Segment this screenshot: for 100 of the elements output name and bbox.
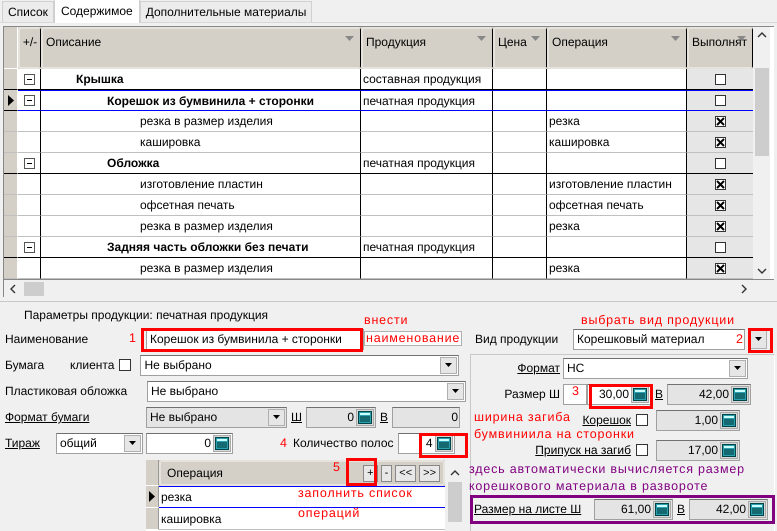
number-field[interactable]: 42,00: [689, 498, 768, 520]
table-cell: [493, 195, 547, 216]
annotation-text: 4: [280, 437, 288, 450]
dropdown-arrow-icon: [737, 36, 746, 41]
field-link[interactable]: Тираж: [5, 436, 40, 450]
caret-icon: [445, 363, 452, 367]
number-field[interactable]: 0: [392, 406, 460, 428]
dropdown-arrow-icon: [671, 36, 680, 41]
row-indicator[interactable]: [146, 486, 159, 508]
field-link[interactable]: В: [677, 502, 686, 516]
toolbar-button[interactable]: -: [380, 464, 392, 482]
column-header[interactable]: +/-: [18, 27, 41, 69]
dropdown-button[interactable]: [124, 434, 141, 452]
checkbox[interactable]: [714, 158, 726, 168]
field-link[interactable]: Припуск на загиб: [535, 443, 631, 457]
checkbox[interactable]: [714, 242, 726, 252]
table-cell: офсетная печать: [41, 195, 361, 216]
field-label: Размер Ш: [504, 387, 560, 401]
dropdown-button[interactable]: [447, 382, 464, 400]
tab[interactable]: Дополнительные материалы: [140, 1, 312, 22]
current-row-icon: [149, 491, 155, 502]
tab[interactable]: Список: [2, 1, 54, 22]
field-link[interactable]: Размер на листе Ш: [474, 502, 582, 516]
field-link[interactable]: Корешок: [582, 413, 631, 427]
checkbox[interactable]: [714, 116, 726, 126]
tab[interactable]: Содержимое: [54, 0, 140, 23]
scroll-thumb[interactable]: [448, 482, 462, 522]
collapse-toggle[interactable]: [24, 242, 34, 252]
checkbox[interactable]: [714, 262, 726, 274]
calculator-button[interactable]: [213, 434, 231, 452]
table-cell: кашировка: [41, 132, 361, 153]
number-field[interactable]: 17,00: [656, 440, 740, 460]
dropdown-button[interactable]: [440, 356, 458, 374]
checkbox[interactable]: [119, 359, 132, 371]
section-title: Параметры продукции: печатная продукция: [24, 308, 268, 322]
calculator-button[interactable]: [356, 408, 374, 426]
field-link[interactable]: В: [380, 410, 388, 424]
checkbox[interactable]: [714, 200, 726, 210]
table-cell: Корешок из бумвинила + сторонки: [41, 90, 361, 111]
scroll-up-icon[interactable]: [756, 32, 766, 38]
blank-field[interactable]: [563, 384, 587, 404]
number-field[interactable]: 42,00: [667, 384, 752, 404]
table-cell: печатная продукция: [361, 153, 493, 174]
checkbox[interactable]: [714, 178, 726, 190]
column-header[interactable]: Продукция: [361, 27, 493, 69]
checkbox[interactable]: [636, 444, 648, 456]
checkbox[interactable]: [714, 95, 726, 106]
dropdown[interactable]: НС: [563, 358, 748, 378]
field-link[interactable]: Ш: [291, 410, 302, 424]
field-link[interactable]: В: [655, 387, 664, 401]
annotation-text: выбрать вид продукции: [581, 314, 735, 327]
calculator-button[interactable]: [731, 386, 750, 402]
collapse-toggle[interactable]: [24, 74, 34, 84]
checkbox[interactable]: [636, 414, 648, 426]
vertical-scrollbar[interactable]: [753, 27, 770, 279]
dropdown[interactable]: Не выбрано: [140, 354, 460, 376]
column-header[interactable]: Операция: [547, 27, 687, 69]
field-link[interactable]: Формат бумаги: [5, 410, 90, 424]
calculator-button[interactable]: [720, 412, 738, 428]
checkbox[interactable]: [714, 220, 726, 232]
annotation-text: здесь автоматически вычисляется размер: [469, 463, 745, 476]
number-field[interactable]: 61,00: [594, 498, 673, 520]
collapse-toggle[interactable]: [24, 95, 34, 106]
field-label: Наименование: [5, 332, 88, 346]
calculator-button[interactable]: [653, 500, 671, 518]
table-cell: резка в размер изделия: [41, 216, 361, 237]
scroll-thumb[interactable]: [754, 68, 768, 156]
annotation-text: ширина загиба: [474, 411, 571, 424]
toolbar-button[interactable]: <<: [395, 464, 416, 482]
table-cell: [493, 153, 547, 174]
caret-icon: [755, 337, 762, 341]
collapse-toggle[interactable]: [24, 158, 34, 168]
table-cell: [493, 237, 547, 258]
caret-icon: [452, 389, 459, 393]
number-field[interactable]: 1,00: [656, 410, 740, 430]
checkbox[interactable]: [714, 136, 726, 148]
scroll-left-icon[interactable]: [10, 284, 16, 294]
field-link[interactable]: Формат: [517, 361, 560, 375]
calculator-button[interactable]: [748, 500, 766, 518]
scroll-up-icon[interactable]: [450, 470, 460, 476]
dropdown-button[interactable]: [268, 408, 285, 426]
dropdown[interactable]: Не выбрано: [146, 406, 287, 428]
scroll-right-icon[interactable]: [741, 284, 747, 294]
table-cell: печатная продукция: [361, 237, 493, 258]
dropdown[interactable]: Не выбрано: [147, 380, 466, 402]
number-field[interactable]: 0: [306, 406, 376, 428]
column-header[interactable]: Цена: [493, 27, 547, 69]
annotation-text: корешкового материала в развороте: [469, 480, 708, 493]
column-header[interactable]: Описание: [41, 27, 361, 69]
annotation-text: 5: [333, 461, 341, 474]
scroll-down-icon[interactable]: [756, 268, 766, 274]
table-cell: [18, 195, 41, 216]
dropdown[interactable]: общий: [56, 432, 143, 454]
table-cell: [493, 216, 547, 237]
dropdown-button[interactable]: [729, 360, 746, 376]
checkbox[interactable]: [714, 74, 726, 84]
scroll-thumb[interactable]: [24, 282, 44, 296]
calculator-button[interactable]: [720, 442, 738, 458]
number-field[interactable]: 0: [146, 432, 233, 454]
toolbar-button[interactable]: >>: [419, 464, 440, 482]
